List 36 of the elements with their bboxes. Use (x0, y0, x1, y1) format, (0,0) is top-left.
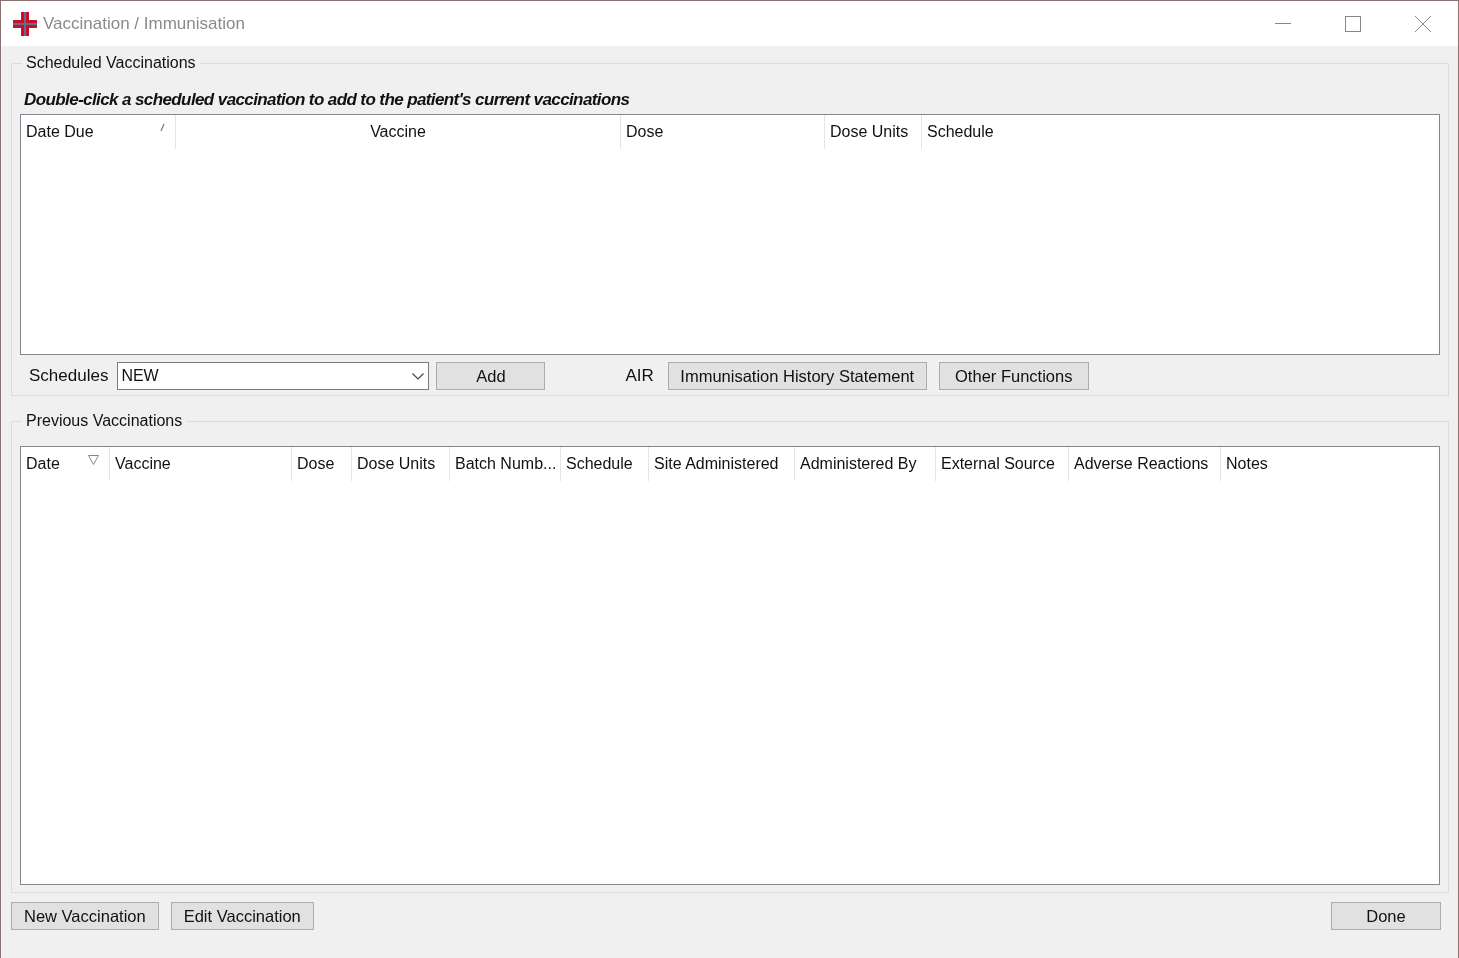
new-vaccination-button[interactable]: New Vaccination (11, 902, 159, 930)
column-header[interactable]: Notes (1221, 447, 1439, 481)
column-header[interactable]: Administered By (795, 447, 936, 481)
air-label: AIR (625, 366, 654, 386)
other-functions-button[interactable]: Other Functions (938, 362, 1089, 390)
medical-cross-icon (13, 11, 37, 36)
list-view[interactable]: Date Vaccine Dose Dose Units Batch Numb... Schedule Site Administered Administered By External Source Adverse Reactions Notes (20, 446, 1440, 885)
column-header[interactable]: Site Administered (649, 447, 795, 481)
close-icon (1415, 15, 1431, 32)
column-header[interactable]: External Source (936, 447, 1069, 481)
group-title: Scheduled Vaccinations (25, 54, 197, 72)
column-header[interactable]: Vaccine (176, 115, 621, 149)
column-header[interactable]: Adverse Reactions (1069, 447, 1221, 481)
column-header[interactable]: Vaccine (110, 447, 292, 481)
schedules-dropdown[interactable]: NEW (117, 362, 430, 390)
instruction-text: Double-click a scheduled vaccination to add to the patient's current vaccinations (24, 90, 631, 110)
column-header[interactable]: Date (21, 447, 110, 481)
column-header[interactable]: Dose (292, 447, 352, 481)
column-header[interactable]: Batch Numb... (450, 447, 561, 481)
column-header[interactable]: Dose (621, 115, 825, 149)
field-label: Schedules (29, 366, 109, 386)
column-header[interactable]: Dose Units (352, 447, 450, 481)
history-statement-button[interactable]: Immunisation History Statement (667, 362, 927, 390)
column-header[interactable]: Date Due (21, 115, 176, 149)
edit-vaccination-button[interactable]: Edit Vaccination (170, 902, 314, 930)
done-button[interactable]: Done (1331, 902, 1441, 930)
maximize-icon (1345, 15, 1361, 32)
column-header[interactable]: Dose Units (825, 115, 922, 149)
add-button[interactable]: Add (436, 362, 546, 390)
group-title: Previous Vaccinations (25, 412, 184, 430)
chevron-down-icon (412, 372, 425, 380)
minimize-icon (1275, 23, 1291, 24)
window-title: Vaccination / Immunisation (43, 13, 245, 34)
column-header[interactable]: Schedule (922, 115, 1439, 149)
column-header[interactable]: Schedule (561, 447, 649, 481)
list-view[interactable]: Date Due Vaccine Dose Dose Units Schedule (20, 114, 1440, 355)
